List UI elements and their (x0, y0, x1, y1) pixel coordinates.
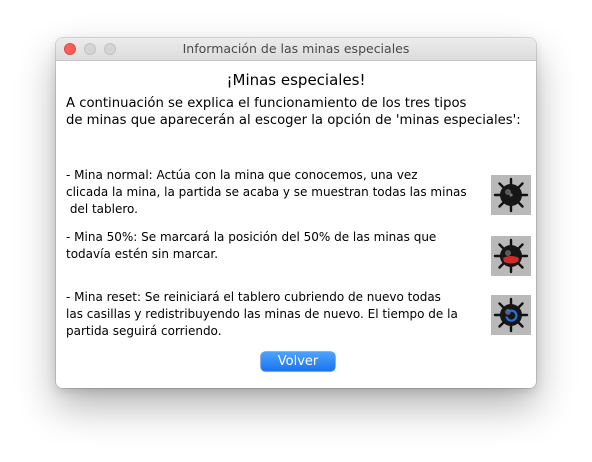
title-bar: Información de las minas especiales (56, 38, 536, 61)
dialog-window: Información de las minas especiales ¡Min… (56, 38, 536, 388)
volver-button[interactable]: Volver (261, 352, 335, 371)
mine-50-icon (491, 236, 531, 276)
mine-normal-icon (491, 175, 531, 215)
intro-text: A continuación se explica el funcionamie… (66, 96, 521, 128)
mine-normal-description: - Mina normal: Actúa con la mina que con… (66, 168, 467, 216)
window-title: Información de las minas especiales (182, 41, 410, 56)
dialog-heading: ¡Minas especiales! (226, 71, 366, 89)
mine-50-description: - Mina 50%: Se marcará la posición del 5… (66, 230, 437, 261)
mine-reset-description: - Mina reset: Se reiniciará el tablero c… (66, 290, 458, 338)
mine-reset-icon (491, 295, 531, 335)
